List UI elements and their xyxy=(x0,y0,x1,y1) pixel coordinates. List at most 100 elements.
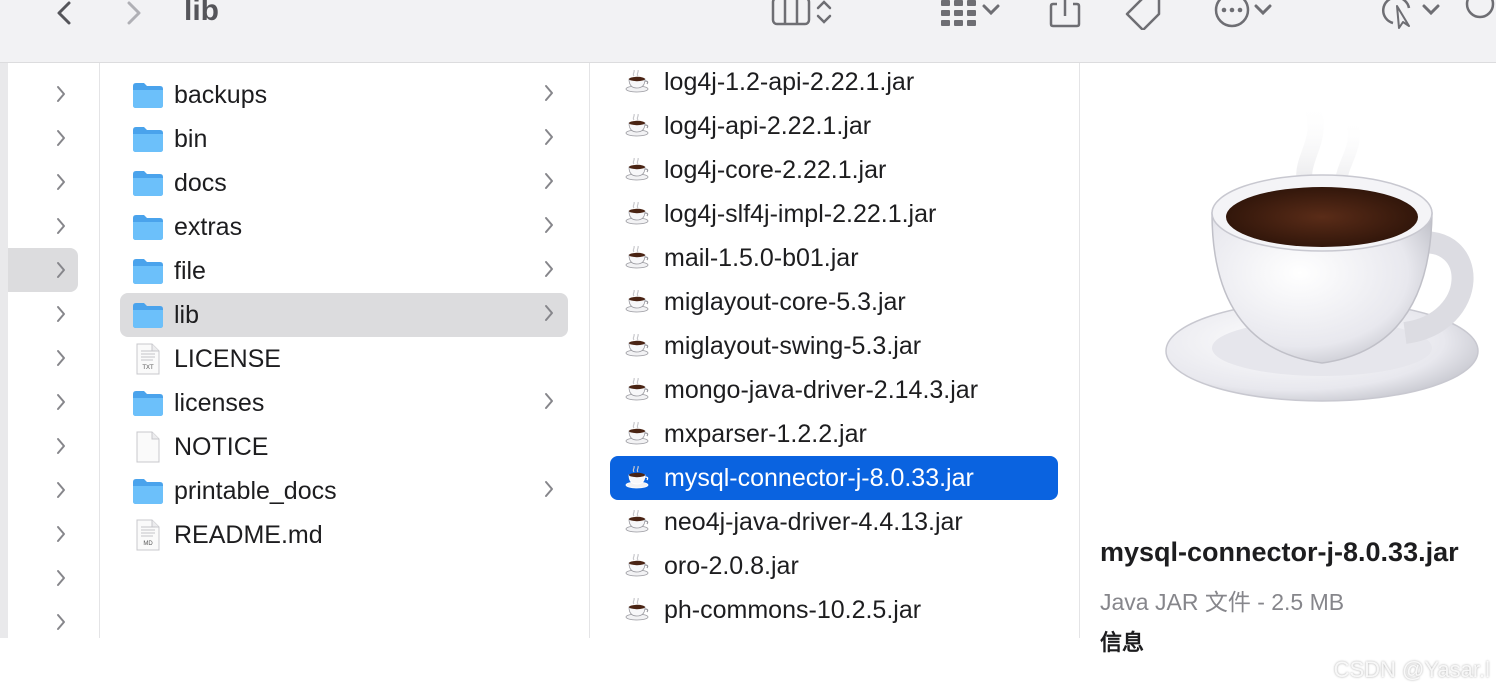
java-cup-icon xyxy=(1165,95,1479,402)
parent-column-row[interactable] xyxy=(8,468,78,512)
back-button[interactable] xyxy=(50,0,78,30)
expand-arrow xyxy=(542,259,556,284)
expand-arrow xyxy=(542,303,556,328)
folder-icon xyxy=(133,127,163,152)
chevron-right-icon xyxy=(127,1,141,25)
file-name: mongo-java-driver-2.14.3.jar xyxy=(664,375,979,404)
text-file-icon: TXT xyxy=(136,343,160,375)
jar-file-row[interactable]: miglayout-swing-5.3.jar xyxy=(610,324,1058,368)
expand-arrow xyxy=(542,171,556,196)
jar-file-row[interactable]: miglayout-core-5.3.jar xyxy=(610,280,1058,324)
folder-row-backups[interactable]: backups xyxy=(120,73,568,117)
forward-button[interactable] xyxy=(120,0,148,30)
jar-icon-wrap xyxy=(622,594,654,626)
window-edge xyxy=(0,0,8,638)
chevron-right-icon xyxy=(545,216,553,233)
parent-column-row[interactable] xyxy=(8,424,78,468)
chevron-right-icon xyxy=(545,84,553,101)
preview-pane: mysql-connector-j-8.0.33.jar Java JAR 文件… xyxy=(1080,63,1496,682)
chevron-right-icon xyxy=(57,570,65,586)
folder-row-licenses[interactable]: licenses xyxy=(120,381,568,425)
svg-text:TXT: TXT xyxy=(142,365,154,371)
parent-column-row[interactable] xyxy=(8,600,78,644)
jar-file-row[interactable]: oro-2.0.8.jar xyxy=(610,544,1058,588)
parent-column-row[interactable] xyxy=(8,292,78,336)
row-label: bin xyxy=(174,124,208,153)
folder-row-bin[interactable]: bin xyxy=(120,117,568,161)
jar-icon-wrap xyxy=(622,154,654,186)
tag-button[interactable] xyxy=(1120,0,1164,30)
jar-icon-wrap xyxy=(622,330,654,362)
row-label: extras xyxy=(174,212,243,241)
jar-file-row[interactable]: ph-commons-10.2.5.jar xyxy=(610,588,1058,632)
parent-column-row[interactable] xyxy=(8,204,78,248)
java-cup-icon xyxy=(625,554,649,577)
folder-row-notice[interactable]: NOTICE xyxy=(120,425,568,469)
chevron-right-icon xyxy=(57,86,65,102)
parent-column-row[interactable] xyxy=(8,556,78,600)
text-file-icon: MD xyxy=(136,519,160,551)
file-icon-wrap xyxy=(132,431,164,463)
more-actions-button[interactable] xyxy=(1208,0,1280,30)
folder-row-docs[interactable]: docs xyxy=(120,161,568,205)
folder-row-lib[interactable]: lib xyxy=(120,293,568,337)
jar-file-row[interactable]: log4j-1.2-api-2.22.1.jar xyxy=(610,60,1058,104)
chevron-right-icon xyxy=(545,480,553,497)
jar-icon-wrap xyxy=(622,418,654,450)
folder-icon-wrap xyxy=(132,255,164,287)
chevron-right-icon xyxy=(57,438,65,454)
java-cup-icon xyxy=(625,466,649,489)
java-cup-icon xyxy=(625,334,649,357)
folder-icon xyxy=(133,171,163,196)
folder-icon-wrap xyxy=(132,299,164,331)
folder-icon-wrap xyxy=(132,387,164,419)
expand-arrow xyxy=(542,391,556,416)
chevron-right-icon xyxy=(57,350,65,366)
chevron-right-icon xyxy=(545,128,553,145)
java-cup-icon xyxy=(625,158,649,181)
folder-row-extras[interactable]: extras xyxy=(120,205,568,249)
chevron-down-icon xyxy=(1254,4,1272,16)
jar-file-row[interactable]: log4j-slf4j-impl-2.22.1.jar xyxy=(610,192,1058,236)
folder-row-readme-md[interactable]: MD README.md xyxy=(120,513,568,557)
chevron-right-icon xyxy=(57,130,65,146)
jar-file-row[interactable]: mail-1.5.0-b01.jar xyxy=(610,236,1058,280)
folder-row-printable-docs[interactable]: printable_docs xyxy=(120,469,568,513)
parent-column-row[interactable] xyxy=(8,336,78,380)
chevron-right-icon xyxy=(57,394,65,410)
row-label: LICENSE xyxy=(174,344,281,373)
view-mode-button[interactable] xyxy=(762,0,842,30)
parent-column-row[interactable] xyxy=(8,512,78,556)
jar-file-row[interactable]: mysql-connector-j-8.0.33.jar xyxy=(610,456,1058,500)
group-button[interactable] xyxy=(932,0,1010,30)
folder-icon-wrap xyxy=(132,123,164,155)
parent-column-row[interactable] xyxy=(8,116,78,160)
chevron-right-icon xyxy=(57,482,65,498)
folder-row-license[interactable]: TXT LICENSE xyxy=(120,337,568,381)
java-cup-icon xyxy=(625,246,649,269)
row-label: lib xyxy=(174,300,200,329)
jar-icon-wrap xyxy=(622,374,654,406)
parent-column-row[interactable] xyxy=(8,380,78,424)
chevron-right-icon xyxy=(57,306,65,322)
chevron-right-icon xyxy=(545,392,553,409)
jar-icon-wrap xyxy=(622,198,654,230)
jar-file-row[interactable]: log4j-api-2.22.1.jar xyxy=(610,104,1058,148)
parent-column-row[interactable] xyxy=(8,160,78,204)
jar-file-row[interactable]: neo4j-java-driver-4.4.13.jar xyxy=(610,500,1058,544)
markup-button[interactable] xyxy=(1372,0,1450,30)
search-button[interactable] xyxy=(1462,0,1496,30)
preview-info-heading: 信息 xyxy=(1100,630,1145,655)
folder-icon xyxy=(133,391,163,416)
parent-column-row[interactable] xyxy=(8,248,78,292)
markup-icon xyxy=(1381,0,1411,29)
file-icon-wrap: MD xyxy=(132,519,164,551)
parent-column xyxy=(8,63,100,638)
share-button[interactable] xyxy=(1046,0,1084,30)
jar-file-row[interactable]: log4j-core-2.22.1.jar xyxy=(610,148,1058,192)
preview-file-name: mysql-connector-j-8.0.33.jar xyxy=(1100,537,1459,567)
parent-column-row[interactable] xyxy=(8,72,78,116)
jar-file-row[interactable]: mxparser-1.2.2.jar xyxy=(610,412,1058,456)
jar-file-row[interactable]: mongo-java-driver-2.14.3.jar xyxy=(610,368,1058,412)
folder-row-file[interactable]: file xyxy=(120,249,568,293)
